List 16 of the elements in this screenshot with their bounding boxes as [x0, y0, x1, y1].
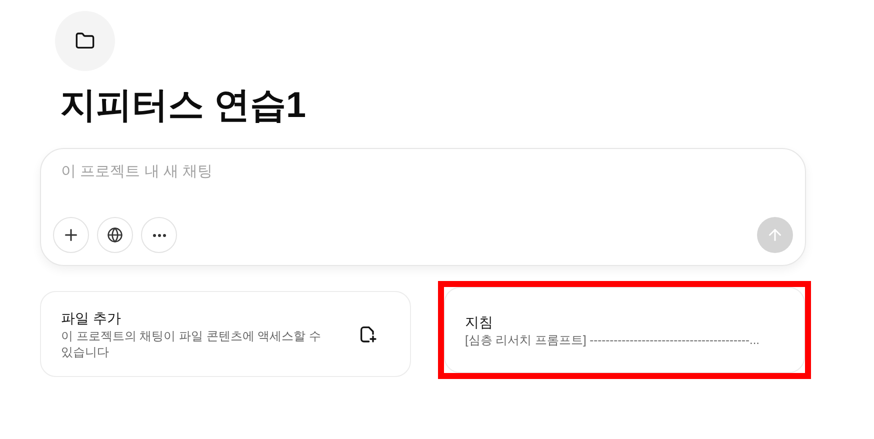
- card-description: 이 프로젝트의 채팅이 파일 콘텐츠에 액세스할 수 있습니다: [61, 328, 322, 360]
- card-title: 지침: [465, 313, 494, 332]
- project-title: 지피터스 연습1: [60, 83, 308, 127]
- add-button[interactable]: [53, 217, 89, 253]
- send-button[interactable]: [757, 217, 793, 253]
- add-files-card[interactable]: 파일 추가 이 프로젝트의 채팅이 파일 콘텐츠에 액세스할 수 있습니다: [40, 291, 411, 377]
- file-add-icon: [358, 324, 378, 344]
- globe-icon: [107, 227, 123, 243]
- folder-icon: [75, 31, 95, 51]
- plus-icon: [62, 226, 80, 244]
- chat-input[interactable]: 이 프로젝트 내 새 채팅: [53, 161, 793, 184]
- instructions-card[interactable]: 지침 [심층 리서치 프롬프트] ----------------------------------------...: [444, 287, 805, 373]
- card-description: [심층 리서치 프롬프트] ----------------------------------------...: [465, 332, 761, 348]
- web-search-button[interactable]: [97, 217, 133, 253]
- card-title: 파일 추가: [61, 309, 122, 328]
- more-icon: [152, 234, 166, 236]
